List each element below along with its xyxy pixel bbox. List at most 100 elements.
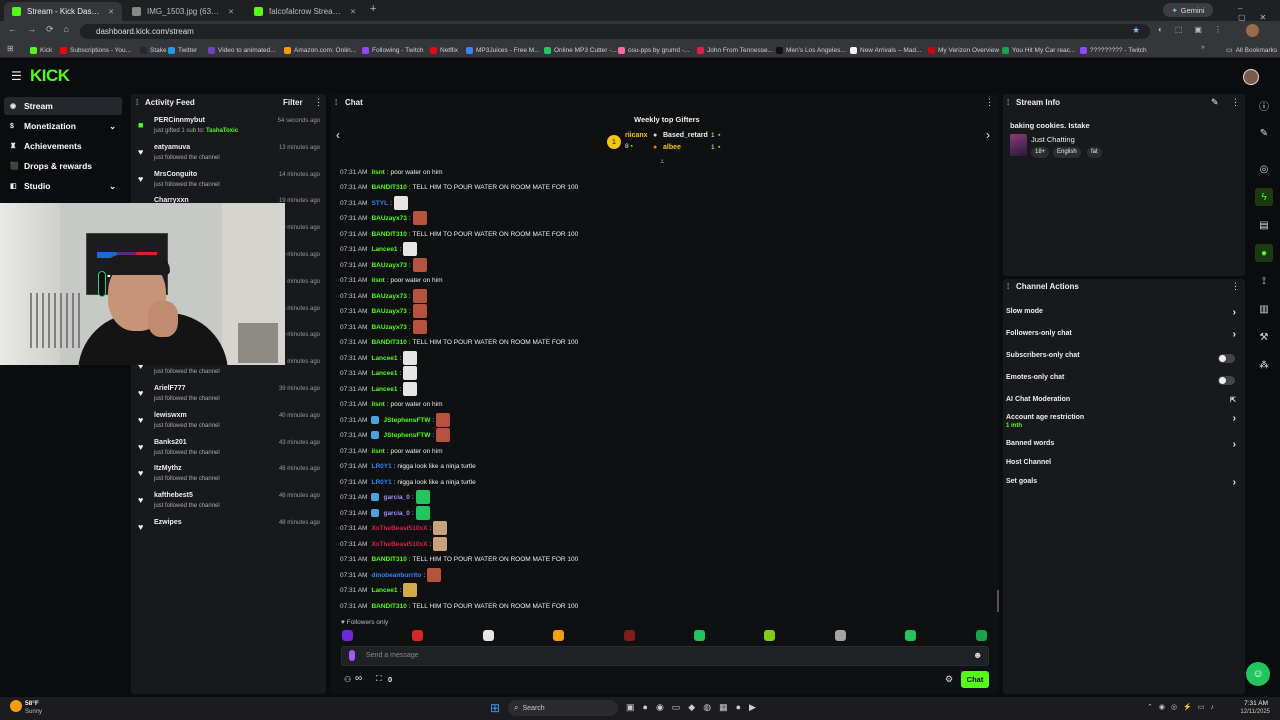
chevron-down-icon[interactable]: ⌄ — [109, 182, 116, 191]
chat-menu-icon[interactable]: ⋮ — [985, 97, 994, 108]
quick-emote-icon[interactable] — [342, 630, 353, 641]
window-controls[interactable]: –▢✕ — [1238, 4, 1280, 22]
chat-message[interactable]: 07:31 AM BAUzayx73: — [340, 304, 427, 318]
chat-settings-gear-icon[interactable]: ⚙ — [945, 674, 953, 685]
activity-item[interactable]: ♥ MrsConguito just followed the channel 14 … — [137, 171, 324, 197]
message-username[interactable]: BAUzayx73 — [371, 262, 406, 269]
activity-item[interactable]: ♥ eatyamuva just followed the channel 13 mi… — [137, 144, 324, 170]
chevron-down-icon[interactable]: ⌄ — [109, 122, 116, 131]
chat-message[interactable]: 07:31 AM LR0Y1: nigga look like a ninja t… — [340, 460, 476, 472]
chat-message[interactable]: 07:31 AM BANDIT310: TELL HIM TO POUR WATE… — [340, 181, 578, 193]
quick-emote-icon[interactable] — [694, 630, 705, 641]
chat-message[interactable]: 07:31 AM Lancee1: — [340, 351, 418, 365]
stream-tag[interactable]: 18+ — [1031, 147, 1050, 158]
chat-message-input[interactable] — [341, 646, 989, 666]
message-username[interactable]: Lancee1 — [371, 386, 397, 393]
channel-action-emotes-only-chat[interactable]: Emotes-only chat — [1006, 374, 1240, 388]
hamburger-menu-icon[interactable]: ☰ — [11, 69, 22, 83]
chat-message[interactable]: 07:31 AM XxTheBeast510xX: — [340, 521, 448, 535]
message-username[interactable]: LR0Y1 — [371, 463, 391, 470]
camera-icon[interactable]: ◎ — [1255, 160, 1273, 178]
channel-action-banned-words[interactable]: Banned words › — [1006, 439, 1240, 454]
sidebar-item-drops-rewards[interactable]: ⬛ Drops & rewards — [4, 157, 122, 175]
chat-message[interactable]: 07:31 AM Lancee1: — [340, 583, 418, 597]
bookmark-item[interactable]: ????????? - Twitch — [1080, 44, 1147, 56]
message-username[interactable]: STYL — [371, 200, 388, 207]
taskbar-search-box[interactable]: ⌕ Search — [508, 700, 618, 716]
windows-start-icon[interactable]: ⊞ — [490, 701, 500, 715]
chat-message[interactable]: 07:31 AM ilsnt: poor water on him — [340, 398, 442, 410]
channel-action-set-goals[interactable]: Set goals › — [1006, 477, 1240, 492]
chevron-right-icon[interactable]: › — [1233, 329, 1236, 340]
extension-icons[interactable]: ◐⬚▣⋮ — [1158, 25, 1234, 34]
apps-grid-icon[interactable]: ⊞ — [7, 44, 14, 53]
message-username[interactable]: Lancee1 — [371, 246, 397, 253]
tab-close-icon[interactable]: ✕ — [108, 8, 114, 16]
message-username[interactable]: ilsnt — [371, 448, 384, 455]
bookmark-star-icon[interactable]: ★ — [1132, 25, 1140, 36]
message-username[interactable]: Lancee1 — [371, 587, 397, 594]
message-username[interactable]: BAUzayx73 — [371, 215, 406, 222]
category-name[interactable]: Just Chatting — [1031, 135, 1075, 144]
message-username[interactable]: ilsnt — [371, 401, 384, 408]
chat-message[interactable]: 07:31 AM BANDIT310: TELL HIM TO POUR WATE… — [340, 553, 578, 565]
message-username[interactable]: BANDIT310 — [371, 339, 406, 346]
sidebar-item-monetization[interactable]: $ Monetization ⌄ — [4, 117, 122, 135]
browser-tab[interactable]: falcofalcrow Stream - Watc ✕ — [246, 2, 364, 21]
browser-tab[interactable]: Stream - Kick Dashboard ✕ — [4, 2, 122, 21]
quick-emote-icon[interactable] — [623, 630, 635, 641]
activity-item[interactable]: ♥ lewiswxm just followed the channel 40 min… — [137, 412, 324, 438]
message-username[interactable]: Lancee1 — [371, 355, 397, 362]
new-tab-button[interactable]: + — [370, 3, 376, 15]
more-bookmarks-icon[interactable]: » — [1201, 44, 1205, 51]
all-bookmarks[interactable]: ▭ All Bookmarks — [1226, 44, 1277, 56]
activity-item[interactable]: ♥ ItzMythz just followed the channel 46 min… — [137, 465, 324, 491]
chat-message[interactable]: 07:31 AM Lancee1: — [340, 366, 418, 380]
pen-icon[interactable]: ✎ — [1255, 124, 1273, 142]
external-link-icon[interactable]: ⇱ — [1230, 396, 1236, 404]
signal-icon[interactable]: ⟟ — [1255, 272, 1273, 290]
message-username[interactable]: BAUzayx73 — [371, 293, 406, 300]
chat-message[interactable]: 07:31 AM BAUzayx73: — [340, 258, 427, 272]
stream-tag[interactable]: English — [1053, 147, 1081, 158]
nav-buttons[interactable]: ←→⟳⌂ — [8, 24, 79, 35]
chat-message[interactable]: 07:31 AM JStephensFTW: — [340, 413, 451, 427]
bookmark-item[interactable]: You Hit My Car reac... — [1002, 44, 1075, 56]
bookmark-item[interactable]: Video to animated... — [208, 44, 276, 56]
drag-handle-icon[interactable]: ⁞ — [136, 98, 138, 107]
sidebar-item-studio[interactable]: ◧ Studio ⌄ — [4, 177, 122, 195]
message-username[interactable]: BAUzayx73 — [371, 324, 406, 331]
message-username[interactable]: BANDIT310 — [371, 556, 406, 563]
message-username[interactable]: JStephensFTW — [383, 417, 430, 424]
chat-message[interactable]: 07:31 AM garcia_0: — [340, 506, 430, 520]
message-username[interactable]: XxTheBeast510xX — [371, 541, 427, 548]
info-icon[interactable]: ⓘ — [1255, 96, 1273, 114]
bookmark-item[interactable]: osu-pps by grumd -... — [618, 44, 689, 56]
message-username[interactable]: Lancee1 — [371, 370, 397, 377]
toggle-switch[interactable] — [1218, 354, 1235, 363]
edit-pencil-icon[interactable]: ✎ — [1211, 97, 1219, 108]
message-username[interactable]: ilsnt — [371, 277, 384, 284]
chevron-right-icon[interactable]: › — [1233, 477, 1236, 488]
bookmark-item[interactable]: Subscriptions - You... — [60, 44, 131, 56]
category-thumbnail[interactable] — [1010, 134, 1027, 156]
channel-action-ai-chat-moderation[interactable]: AI Chat Moderation ⇱ — [1006, 396, 1240, 410]
weather-sun-icon[interactable] — [10, 700, 22, 712]
quick-emote-icon[interactable] — [834, 630, 846, 641]
quick-emote-icon[interactable] — [482, 630, 494, 641]
activity-item[interactable]: ♥ Ezwipes 48 minutes ago — [137, 519, 324, 545]
bookmark-item[interactable]: Following - Twitch — [362, 44, 424, 56]
url-input[interactable]: dashboard.kick.com/stream — [80, 24, 1150, 39]
message-username[interactable]: JStephensFTW — [383, 432, 430, 439]
bookmark-item[interactable]: Men's Los Angeles... — [776, 44, 846, 56]
stream-tag[interactable]: fat — [1087, 147, 1102, 158]
toggle-switch[interactable] — [1218, 376, 1235, 385]
chevron-right-icon[interactable]: › — [1233, 439, 1236, 450]
activity-item[interactable]: ♥ kafthebest5 just followed the channel 46 … — [137, 492, 324, 518]
help-chat-bubble-icon[interactable]: ☺ — [1246, 662, 1270, 686]
channel-action-account-age-restriction[interactable]: Account age restriction 1 mth › — [1006, 413, 1240, 429]
chat-message[interactable]: 07:31 AM ilsnt: poor water on him — [340, 166, 442, 178]
stream-info-drag-handle-icon[interactable]: ⁞ — [1007, 98, 1009, 107]
tab-close-icon[interactable]: ✕ — [228, 8, 234, 16]
chat-message[interactable]: 07:31 AM BAUzayx73: — [340, 289, 427, 303]
